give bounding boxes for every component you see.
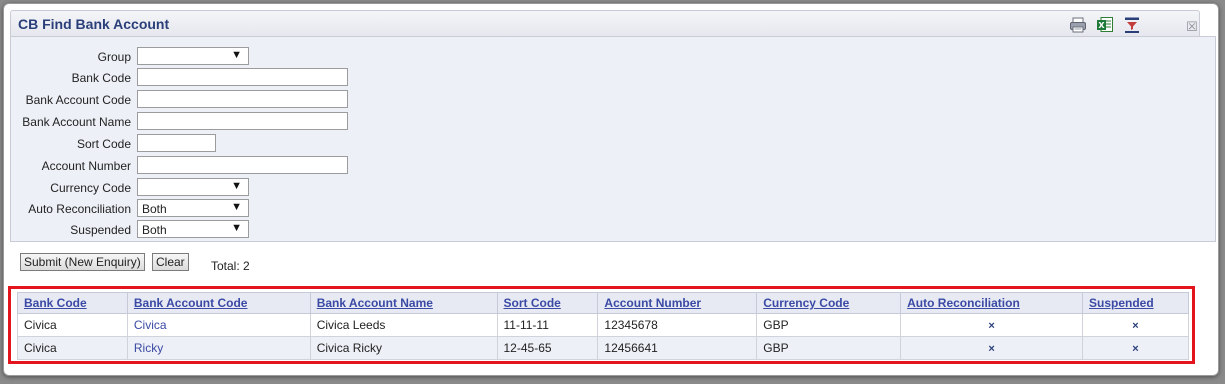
suspended-label: Suspended — [70, 223, 131, 237]
cell-account-number: 12456641 — [597, 336, 758, 360]
auto-reconciliation-label: Auto Reconciliation — [28, 202, 131, 216]
col-header-bank-code[interactable]: Bank Code — [17, 292, 128, 314]
cell-suspended: × — [1081, 336, 1190, 360]
cross-icon: × — [1132, 343, 1139, 355]
group-select[interactable]: ▼ — [137, 47, 249, 65]
window-titlebar: CB Find Bank Account X ☒ — [10, 10, 1200, 38]
print-icon[interactable] — [1069, 16, 1087, 34]
table-row[interactable]: Civica Civica Civica Leeds 11-11-11 1234… — [17, 313, 1190, 337]
results-highlight-box: Bank Code Bank Account Code Bank Account… — [8, 286, 1195, 364]
total-count: Total: 2 — [211, 259, 250, 273]
bank-code-input[interactable] — [137, 68, 348, 86]
cross-icon: × — [988, 320, 995, 332]
suspended-select[interactable]: Both ▼ — [137, 220, 249, 238]
bank-account-code-link[interactable]: Ricky — [134, 341, 163, 355]
col-header-bank-account-code[interactable]: Bank Account Code — [126, 292, 311, 314]
cell-bank-account-name: Civica Leeds — [309, 313, 498, 337]
currency-code-label: Currency Code — [50, 181, 131, 195]
col-header-suspended[interactable]: Suspended — [1081, 292, 1190, 314]
cell-sort-code: 11-11-11 — [496, 313, 599, 337]
bank-account-code-input[interactable] — [137, 90, 348, 108]
svg-text:X: X — [1098, 21, 1105, 30]
cell-auto-reconciliation: × — [900, 313, 1083, 337]
bank-account-name-label: Bank Account Name — [22, 115, 131, 129]
bank-account-code-label: Bank Account Code — [25, 93, 131, 107]
sort-code-label: Sort Code — [76, 137, 131, 151]
results-table: Bank Code Bank Account Code Bank Account… — [17, 292, 1190, 360]
col-header-auto-reconciliation[interactable]: Auto Reconciliation — [900, 292, 1083, 314]
cell-bank-code: Civica — [17, 336, 128, 360]
cell-sort-code: 12-45-65 — [496, 336, 599, 360]
col-header-sort-code[interactable]: Sort Code — [496, 292, 599, 314]
excel-export-icon[interactable]: X — [1096, 16, 1114, 34]
clear-button[interactable]: Clear — [152, 253, 189, 271]
col-header-currency-code[interactable]: Currency Code — [756, 292, 902, 314]
cell-bank-account-code[interactable]: Civica — [126, 313, 311, 337]
currency-code-select[interactable]: ▼ — [137, 178, 249, 196]
submit-new-enquiry-button[interactable]: Submit (New Enquiry) — [20, 253, 145, 271]
cell-auto-reconciliation: × — [900, 336, 1083, 360]
chevron-down-icon: ▼ — [231, 49, 242, 61]
search-criteria-panel: Group ▼ Bank Code Bank Account Code Bank… — [10, 36, 1216, 242]
cell-bank-account-code[interactable]: Ricky — [126, 336, 311, 360]
cross-icon: × — [988, 343, 995, 355]
auto-reconciliation-select[interactable]: Both ▼ — [137, 199, 249, 217]
group-label: Group — [97, 50, 131, 64]
filter-icon[interactable] — [1123, 16, 1141, 34]
cell-currency-code: GBP — [756, 313, 902, 337]
window-title: CB Find Bank Account — [18, 16, 170, 32]
bank-account-code-link[interactable]: Civica — [134, 318, 167, 332]
chevron-down-icon: ▼ — [231, 201, 242, 213]
cell-currency-code: GBP — [756, 336, 902, 360]
bank-code-label: Bank Code — [71, 71, 131, 85]
account-number-input[interactable] — [137, 156, 348, 174]
sort-code-input[interactable] — [137, 134, 216, 152]
bank-account-name-input[interactable] — [137, 112, 348, 130]
table-row[interactable]: Civica Ricky Civica Ricky 12-45-65 12456… — [17, 336, 1190, 360]
cross-icon: × — [1132, 320, 1139, 332]
table-header-row: Bank Code Bank Account Code Bank Account… — [17, 292, 1190, 314]
cell-bank-code: Civica — [17, 313, 128, 337]
col-header-account-number[interactable]: Account Number — [597, 292, 758, 314]
close-icon[interactable]: ☒ — [1185, 20, 1199, 34]
cell-suspended: × — [1081, 313, 1190, 337]
cell-account-number: 12345678 — [597, 313, 758, 337]
chevron-down-icon: ▼ — [231, 222, 242, 234]
find-bank-account-window: CB Find Bank Account X ☒ Group ▼ Bank Co… — [3, 3, 1219, 376]
col-header-bank-account-name[interactable]: Bank Account Name — [309, 292, 498, 314]
cell-bank-account-name: Civica Ricky — [309, 336, 498, 360]
account-number-label: Account Number — [41, 159, 131, 173]
chevron-down-icon: ▼ — [231, 180, 242, 192]
